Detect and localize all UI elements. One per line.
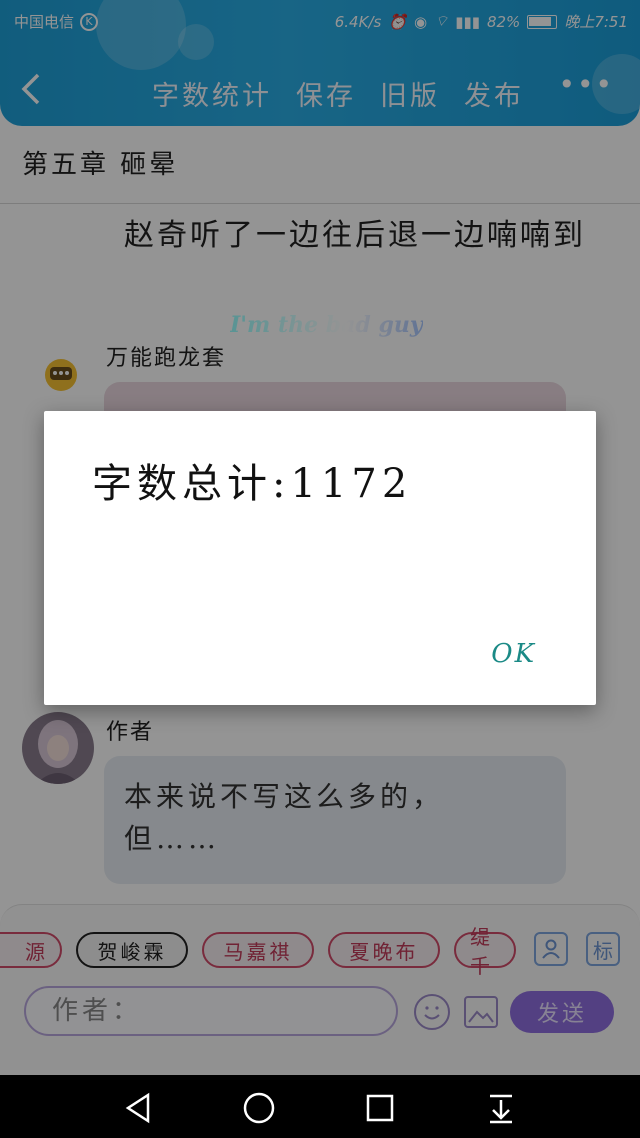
nav-recents-button[interactable] (363, 1091, 397, 1125)
nav-home-button[interactable] (242, 1091, 276, 1125)
square-recents-icon (366, 1094, 394, 1122)
triangle-back-icon (125, 1092, 150, 1124)
circle-home-icon (243, 1092, 275, 1124)
pull-down-icon (490, 1094, 512, 1124)
nav-notification-button[interactable] (484, 1091, 518, 1125)
word-count-message: 字数总计:1172 (92, 461, 413, 507)
system-nav-bar (0, 1075, 640, 1138)
word-count-dialog: 字数总计:1172 OK (44, 411, 596, 705)
nav-back-button[interactable] (122, 1091, 156, 1125)
ok-button[interactable]: OK (491, 639, 536, 669)
